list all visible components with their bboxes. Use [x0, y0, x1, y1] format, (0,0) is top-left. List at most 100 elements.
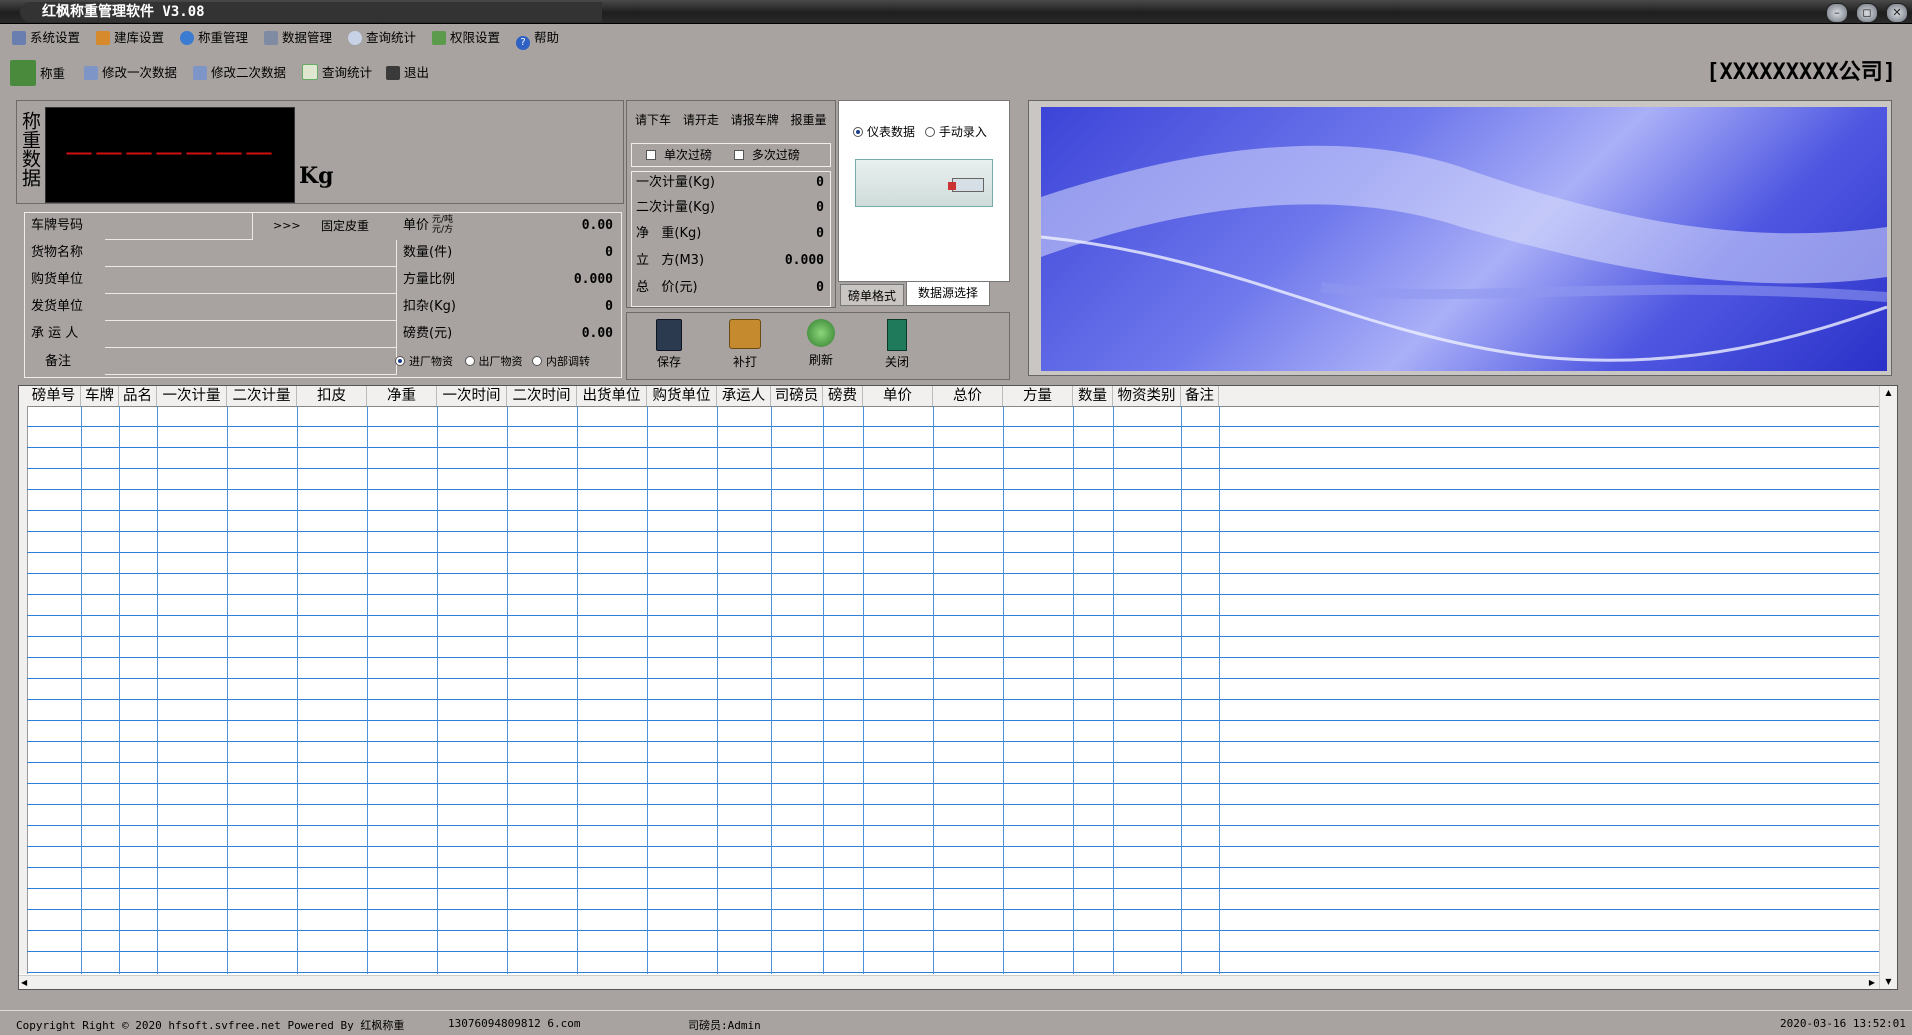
- permission-icon: [432, 31, 446, 45]
- remark-input[interactable]: [105, 348, 397, 375]
- maximize-button[interactable]: ◻: [1856, 3, 1878, 23]
- volume-ratio-input[interactable]: 0.000: [477, 269, 617, 291]
- grid-column-line: [771, 406, 772, 974]
- goods-input[interactable]: [105, 240, 397, 267]
- minimize-button[interactable]: –: [1826, 3, 1848, 23]
- entry-form: 车牌号码 >>> 固定皮重 单价 元/吨 元/方 0.00 货物名称 数量(件) …: [24, 212, 622, 378]
- unit-price-suffix: 元/吨 元/方: [432, 215, 454, 235]
- grid-column-line: [933, 406, 934, 974]
- deduction-label: 扣杂(Kg): [403, 299, 456, 314]
- grid-row-line: [27, 615, 1879, 616]
- menu-database-settings[interactable]: 建库设置: [96, 28, 164, 48]
- grid-column-header[interactable]: 一次时间: [437, 386, 507, 406]
- goods-label: 货物名称: [31, 245, 84, 260]
- magnifier-icon: [348, 31, 362, 45]
- grid-column-header[interactable]: 司磅员: [771, 386, 823, 406]
- close-form-button[interactable]: 关闭: [877, 319, 917, 370]
- grid-column-header[interactable]: 二次计量: [227, 386, 297, 406]
- grid-column-header[interactable]: 二次时间: [507, 386, 577, 406]
- tab-ticket-format[interactable]: 磅单格式: [840, 284, 904, 306]
- close-button[interactable]: ✕: [1886, 3, 1908, 23]
- vertical-scrollbar[interactable]: ▲ ▼: [1879, 386, 1897, 989]
- grid-header: 磅单号 车牌 品名 一次计量 二次计量 扣皮 净重 一次时间 二次时间 出货单位 购货单位 承运人 司磅…: [19, 386, 1879, 407]
- menu-data-management[interactable]: 数据管理: [264, 28, 332, 48]
- grid-column-header[interactable]: 扣皮: [297, 386, 367, 406]
- multi-weigh-checkbox[interactable]: 多次过磅: [733, 148, 800, 162]
- edit-icon: [193, 66, 207, 80]
- toolbar-query-button[interactable]: 查询统计: [302, 63, 372, 83]
- carrier-input[interactable]: [105, 321, 397, 348]
- grid-column-header[interactable]: 物资类别: [1113, 386, 1181, 406]
- grid-row-line: [27, 951, 1879, 952]
- deduction-input[interactable]: 0: [477, 296, 617, 318]
- toolbar-exit-button[interactable]: 退出: [386, 63, 429, 83]
- tab-datasource-select[interactable]: 数据源选择: [906, 282, 990, 306]
- menu-query-statistics[interactable]: 查询统计: [348, 28, 416, 48]
- toolbar-weigh-button[interactable]: 称重: [10, 60, 65, 86]
- grid-column-line: [1113, 406, 1114, 974]
- grid-column-header[interactable]: 单价: [863, 386, 933, 406]
- contact-text: 13076094809812 6.com: [448, 1017, 581, 1030]
- radio-instrument-data[interactable]: 仪表数据: [853, 125, 915, 139]
- voice-drive-away-button[interactable]: 请开走: [683, 113, 719, 127]
- volume-ratio-label: 方量比例: [403, 272, 456, 287]
- scroll-right-arrow[interactable]: ▶: [1869, 976, 1875, 989]
- grid-column-line: [157, 406, 158, 974]
- grid-column-header[interactable]: 一次计量: [157, 386, 227, 406]
- refresh-button[interactable]: 刷新: [801, 319, 841, 368]
- plate-lookup-button[interactable]: >>>: [273, 215, 301, 237]
- fixed-tare-button[interactable]: 固定皮重: [321, 215, 369, 237]
- save-icon: [656, 319, 682, 351]
- grid-column-line: [367, 406, 368, 974]
- reprint-button[interactable]: 补打: [725, 319, 765, 370]
- grid-column-header[interactable]: 净重: [367, 386, 437, 406]
- menu-help[interactable]: ? 帮助: [516, 28, 559, 50]
- records-grid[interactable]: 磅单号 车牌 品名 一次计量 二次计量 扣皮 净重 一次时间 二次时间 出货单位 购货单位 承运人 司磅…: [18, 385, 1898, 990]
- radio-outbound[interactable]: 出厂物资: [464, 355, 523, 368]
- fee-input[interactable]: 0.00: [477, 323, 617, 345]
- datasource-panel: 仪表数据 手动录入: [838, 100, 1010, 282]
- action-panel: 保存 补打 刷新 关闭: [626, 312, 1010, 380]
- toolbar-edit-first-button[interactable]: 修改一次数据: [84, 63, 177, 83]
- scroll-left-arrow[interactable]: ◀: [21, 976, 27, 989]
- menu-system-settings[interactable]: 系统设置: [12, 28, 80, 48]
- window-title: 红枫称重管理软件 V3.08: [20, 2, 602, 22]
- grid-column-header[interactable]: 数量: [1073, 386, 1113, 406]
- grid-column-header[interactable]: 磅单号: [27, 386, 81, 406]
- grid-column-header[interactable]: 总价: [933, 386, 1003, 406]
- grid-column-line: [437, 406, 438, 974]
- unit-price-input[interactable]: 0.00: [477, 215, 617, 237]
- horizontal-scrollbar[interactable]: ◀ ▶: [19, 975, 1879, 989]
- buyer-input[interactable]: [105, 267, 397, 294]
- menu-weighing-management[interactable]: 称重管理: [180, 28, 248, 48]
- grid-column-header[interactable]: 购货单位: [647, 386, 717, 406]
- grid-column-header[interactable]: 方量: [1003, 386, 1073, 406]
- radio-inbound[interactable]: 进厂物资: [395, 355, 453, 368]
- single-weigh-checkbox[interactable]: 单次过磅: [646, 148, 712, 162]
- voice-get-off-button[interactable]: 请下车: [635, 113, 671, 127]
- radio-manual-entry[interactable]: 手动录入: [924, 125, 987, 139]
- grid-row-line: [27, 720, 1879, 721]
- voice-weight-button[interactable]: 报重量: [791, 113, 827, 127]
- quantity-input[interactable]: 0: [477, 242, 617, 264]
- unit-price-label: 单价: [403, 218, 430, 233]
- plate-input[interactable]: [105, 213, 253, 240]
- voice-plate-button[interactable]: 请报车牌: [731, 113, 779, 127]
- scroll-down-arrow[interactable]: ▼: [1880, 975, 1897, 989]
- grid-column-header[interactable]: 车牌: [81, 386, 119, 406]
- toolbar-edit-second-button[interactable]: 修改二次数据: [193, 63, 286, 83]
- save-button[interactable]: 保存: [649, 319, 689, 370]
- grid-column-header[interactable]: 品名: [119, 386, 157, 406]
- shipper-input[interactable]: [105, 294, 397, 321]
- globe-icon: [180, 31, 194, 45]
- toolbar: 称重 修改一次数据 修改二次数据 查询统计 退出 [XXXXXXXXX公司]: [0, 56, 1912, 90]
- radio-internal[interactable]: 内部调转: [532, 355, 590, 368]
- menu-permission-settings[interactable]: 权限设置: [432, 28, 500, 48]
- scroll-up-arrow[interactable]: ▲: [1880, 386, 1897, 400]
- grid-column-header[interactable]: 承运人: [717, 386, 771, 406]
- weigh-icon: [10, 60, 36, 86]
- grid-column-header[interactable]: 磅费: [823, 386, 863, 406]
- grid-column-line: [1073, 406, 1074, 974]
- grid-column-header[interactable]: 备注: [1181, 386, 1219, 406]
- grid-column-header[interactable]: 出货单位: [577, 386, 647, 406]
